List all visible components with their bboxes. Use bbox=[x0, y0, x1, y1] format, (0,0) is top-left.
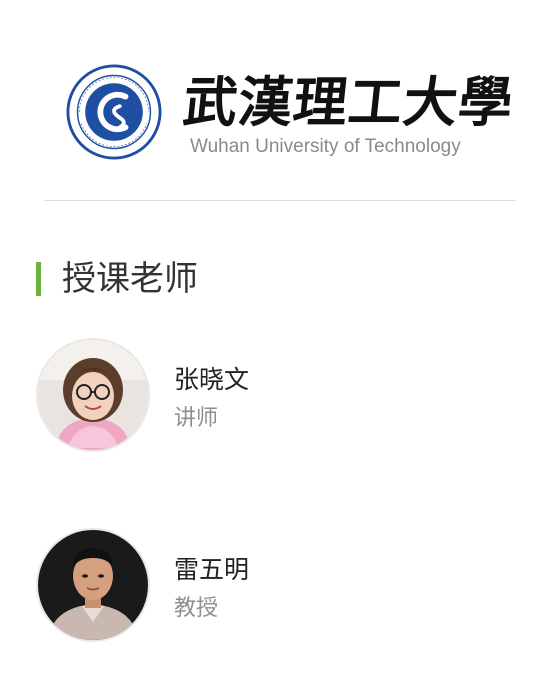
header-divider bbox=[44, 200, 516, 201]
section-title: 授课老师 bbox=[62, 259, 198, 299]
university-emblem-icon bbox=[66, 64, 162, 160]
teacher-name[interactable]: 雷五明 bbox=[174, 550, 249, 586]
teacher-photo-female-icon bbox=[38, 340, 148, 450]
teacher-name[interactable]: 张晓文 bbox=[174, 360, 249, 396]
university-logo: 武漢理工大學 Wuhan University of Technology bbox=[66, 58, 517, 168]
teacher-avatar[interactable] bbox=[36, 528, 150, 642]
teacher-title: 教授 bbox=[174, 596, 219, 621]
university-name-english: Wuhan University of Technology bbox=[190, 136, 461, 157]
teacher-avatar[interactable] bbox=[36, 338, 150, 452]
teacher-photo-male-icon bbox=[38, 530, 148, 640]
section-accent-bar bbox=[36, 262, 41, 296]
teacher-card[interactable]: 雷五明 教授 bbox=[36, 528, 516, 642]
teacher-card[interactable]: 张晓文 讲师 bbox=[36, 338, 516, 452]
university-name-chinese: 武漢理工大學 bbox=[180, 70, 517, 134]
teacher-title: 讲师 bbox=[174, 406, 219, 431]
